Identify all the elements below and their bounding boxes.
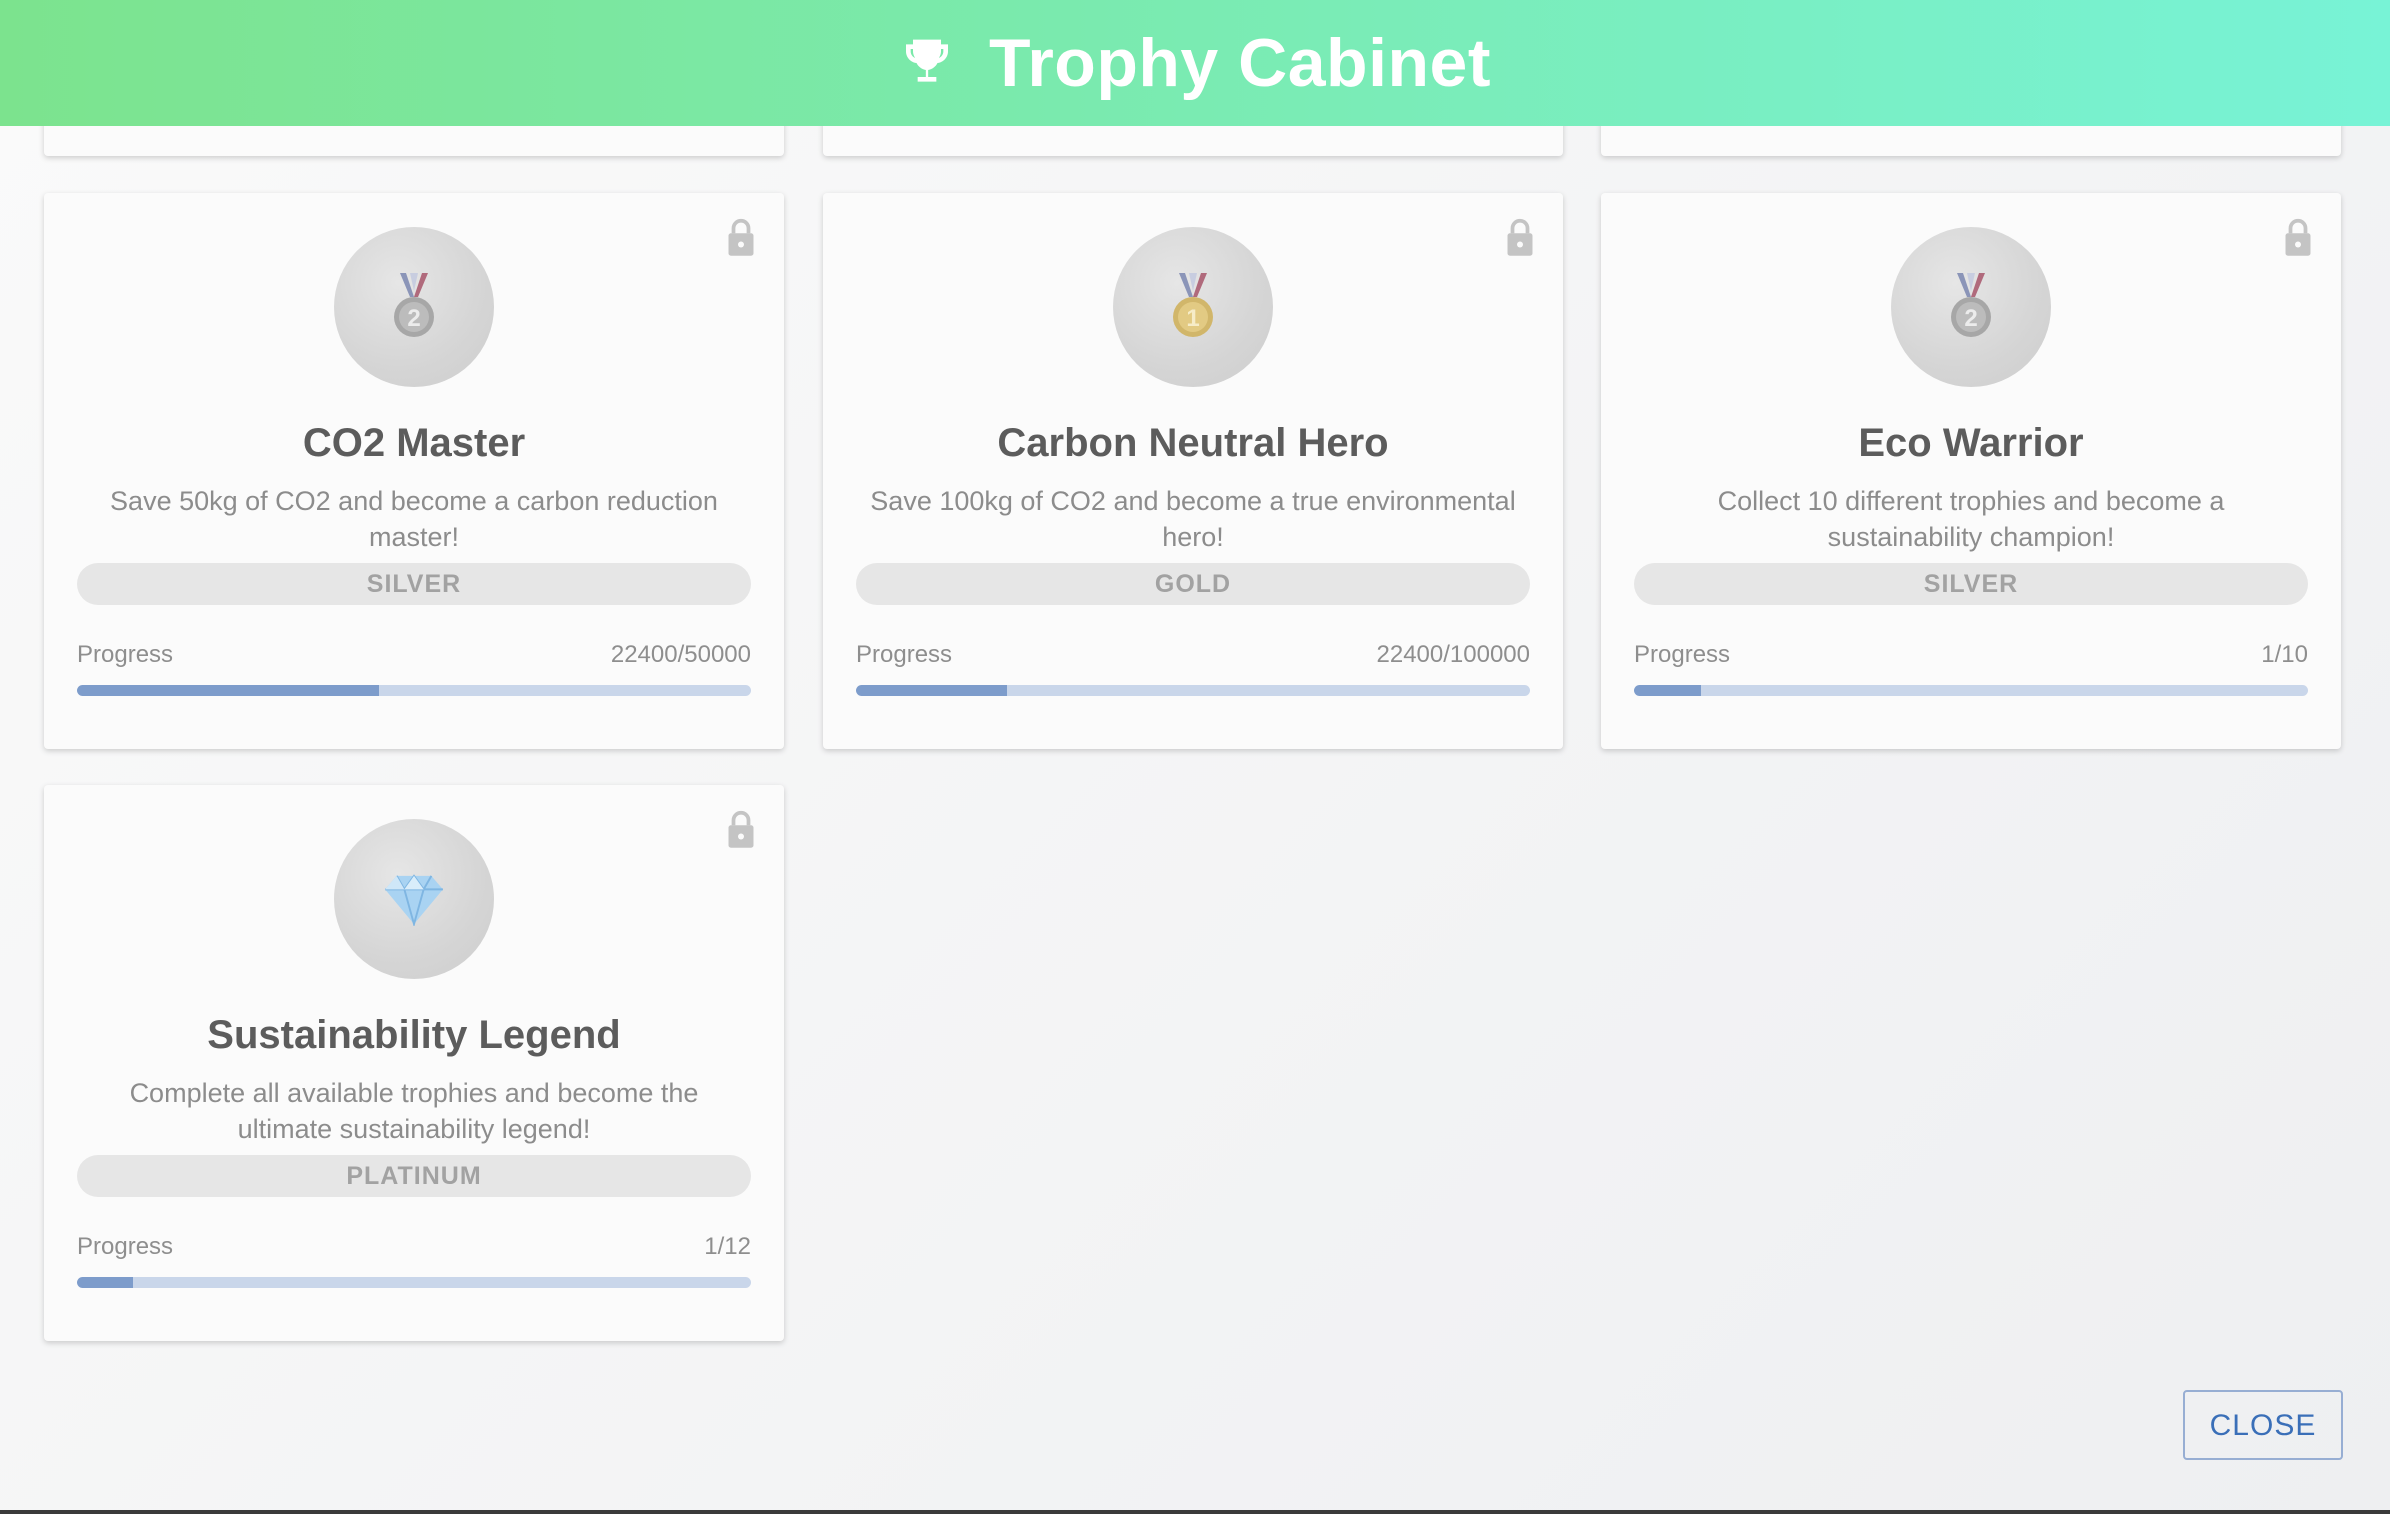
trophy-name: Sustainability Legend xyxy=(207,1013,621,1057)
trophy-card[interactable]: 2 CO2 Master Save 50kg of CO2 and become… xyxy=(44,193,784,749)
trophy-description: Save 100kg of CO2 and become a true envi… xyxy=(870,486,1516,552)
trophy-description: Collect 10 different trophies and become… xyxy=(1717,486,2225,552)
progress-count: 22400/100000 xyxy=(1376,641,1531,668)
lock-icon xyxy=(1507,218,1533,256)
progress-label: Progress xyxy=(856,641,953,668)
progress-count: 22400/50000 xyxy=(610,641,751,668)
svg-text:1: 1 xyxy=(1186,305,1199,332)
progress-bar xyxy=(1634,685,2308,696)
progress-bar xyxy=(856,685,1530,696)
trophy-card[interactable]: Sustainability Legend Complete all avail… xyxy=(44,785,784,1341)
trophy-description: Save 50kg of CO2 and become a carbon red… xyxy=(110,486,718,552)
second-place-medal-icon: 2 xyxy=(1951,273,1991,337)
progress-label: Progress xyxy=(77,1233,174,1260)
dialog-header: Trophy Cabinet xyxy=(0,0,2390,126)
dialog-title: Trophy Cabinet xyxy=(989,25,1491,101)
progress-count: 1/12 xyxy=(704,1233,751,1260)
progress-bar xyxy=(77,685,751,696)
trophy-description: Complete all available trophies and beco… xyxy=(129,1078,699,1144)
tier-badge: PLATINUM xyxy=(77,1155,751,1197)
badge-circle xyxy=(334,819,494,979)
lock-icon xyxy=(728,218,754,256)
lock-icon xyxy=(728,810,754,848)
second-place-medal-icon: 2 xyxy=(394,273,434,337)
progress-fill xyxy=(77,1277,134,1288)
trophy-name: Carbon Neutral Hero xyxy=(997,421,1389,465)
progress-label: Progress xyxy=(1634,641,1731,668)
trophy-name: CO2 Master xyxy=(302,421,526,465)
trophy-card[interactable]: 1 Carbon Neutral Hero Save 100kg of CO2 … xyxy=(823,193,1563,749)
tier-badge: SILVER xyxy=(1634,563,2308,605)
badge-circle: 2 xyxy=(334,227,494,387)
gem-icon xyxy=(385,874,443,926)
progress-fill xyxy=(77,685,379,696)
first-place-medal-icon: 1 xyxy=(1173,273,1213,337)
progress-count: 1/10 xyxy=(2261,641,2308,668)
progress-bar xyxy=(77,1277,751,1288)
lock-icon xyxy=(2285,218,2311,256)
trophy-name: Eco Warrior xyxy=(1858,421,2084,465)
trophy-card[interactable]: 2 Eco Warrior Collect 10 different troph… xyxy=(1601,193,2341,749)
svg-text:2: 2 xyxy=(407,305,420,332)
tier-badge: SILVER xyxy=(77,563,751,605)
trophy-cabinet-dialog: Trophy Cabinet 2 CO2 Master Save 50kg of… xyxy=(0,0,2390,1510)
trophy-icon xyxy=(906,39,949,82)
tier-badge: GOLD xyxy=(856,563,1530,605)
progress-fill xyxy=(1634,685,1702,696)
progress-label: Progress xyxy=(77,641,174,668)
progress-fill xyxy=(856,685,1007,696)
close-button[interactable]: CLOSE xyxy=(2183,1390,2343,1460)
svg-text:2: 2 xyxy=(1964,305,1977,332)
badge-circle: 1 xyxy=(1113,227,1273,387)
badge-circle: 2 xyxy=(1891,227,2051,387)
